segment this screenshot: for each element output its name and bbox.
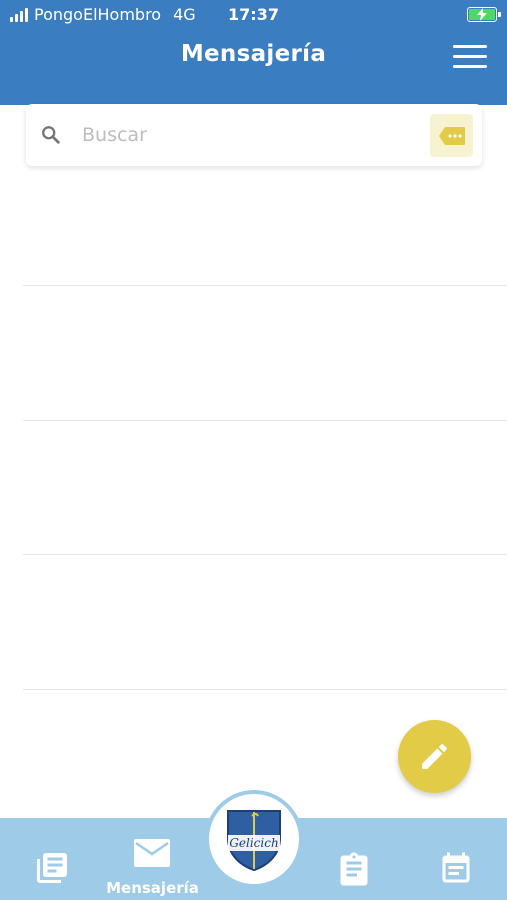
message-list-item[interactable]: [23, 152, 507, 286]
nav-tasks[interactable]: [322, 818, 386, 900]
tag-icon: [439, 127, 465, 145]
status-time: 17:37: [228, 5, 279, 24]
nav-news[interactable]: [20, 818, 84, 900]
school-shield-icon: Gelicich: [227, 810, 281, 872]
status-bar: PongoElHombro 4G 17:37: [0, 0, 507, 30]
nav-messages-label: Mensajería: [106, 879, 199, 897]
pencil-icon: [422, 744, 447, 769]
filter-tag-button[interactable]: [430, 114, 473, 157]
page-title: Mensajería: [180, 41, 327, 67]
search-input[interactable]: [82, 118, 422, 152]
message-list-item[interactable]: [23, 287, 507, 421]
nav-calendar[interactable]: [424, 818, 488, 900]
school-logo-text: Gelicich: [229, 836, 278, 850]
clipboard-icon: [340, 852, 368, 886]
nav-messages[interactable]: Mensajería: [100, 818, 205, 900]
search-icon: [42, 126, 60, 144]
hamburger-menu-icon[interactable]: [453, 45, 487, 71]
mail-icon: [134, 839, 170, 867]
message-list-item[interactable]: [23, 421, 507, 555]
calendar-icon: [442, 852, 470, 883]
message-list-item[interactable]: [23, 556, 507, 690]
app-header: Mensajería: [0, 30, 507, 105]
battery-icon: [467, 7, 501, 22]
school-logo-button[interactable]: Gelicich: [205, 790, 303, 888]
newspaper-icon: [37, 853, 67, 883]
compose-message-button[interactable]: [398, 720, 471, 793]
